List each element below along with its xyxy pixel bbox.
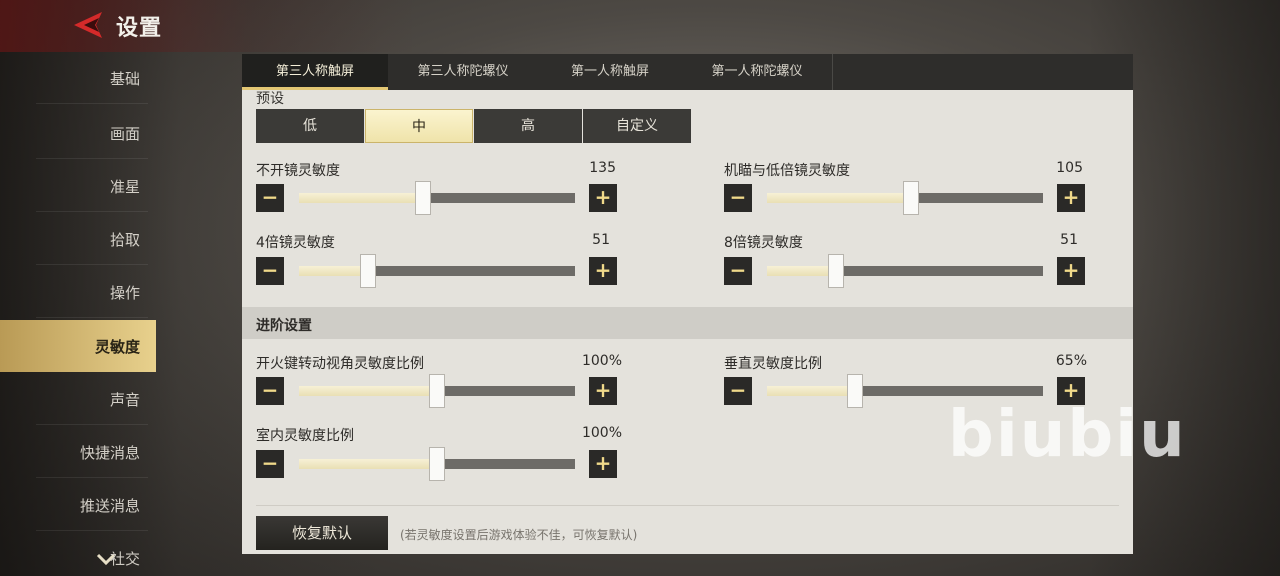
sidebar-item-label: 灵敏度 <box>94 337 140 356</box>
slider-thumb[interactable] <box>415 181 431 215</box>
section-title: 进阶设置 <box>256 318 312 334</box>
slider-thumb[interactable] <box>903 181 919 215</box>
decrease-button[interactable]: − <box>256 450 284 478</box>
sidebar-item-basic[interactable]: 基础 <box>0 52 156 104</box>
sidebar: 基础 画面 准星 拾取 操作 灵敏度 声音 快捷消息 推送消息 <box>0 52 156 576</box>
settings-panel: 第三人称触屏 第三人称陀螺仪 第一人称触屏 第一人称陀螺仪 预设 低 中 高 自… <box>242 54 1133 554</box>
slider-thumb[interactable] <box>360 254 376 288</box>
slider-thumb[interactable] <box>429 447 445 481</box>
slider-track[interactable] <box>299 181 575 215</box>
slider-track[interactable] <box>767 254 1043 288</box>
sidebar-item-label: 推送消息 <box>79 496 140 515</box>
sidebar-item-label: 准星 <box>109 177 140 196</box>
slider-label: 垂直灵敏度比例 <box>724 356 822 372</box>
slider-fill <box>767 266 836 276</box>
slider-fill <box>299 193 423 203</box>
slider-value: 105 <box>1056 160 1083 176</box>
slider-value: 100% <box>581 353 622 369</box>
watermark: biubiu <box>948 398 1187 472</box>
tab-tpp-gyro[interactable]: 第三人称陀螺仪 <box>390 54 536 90</box>
header-bar: 设置 <box>0 0 420 52</box>
slider-fill <box>299 459 437 469</box>
reset-hint: (若灵敏度设置后游戏体验不佳，可恢复默认) <box>400 528 638 542</box>
slider-value: 100% <box>581 425 622 441</box>
slider-label: 室内灵敏度比例 <box>256 428 354 444</box>
slider-thumb[interactable] <box>828 254 844 288</box>
tab-fpp-touch[interactable]: 第一人称触屏 <box>537 54 683 90</box>
slider-thumb[interactable] <box>847 374 863 408</box>
preset-medium-button[interactable]: 中 <box>365 109 473 143</box>
sidebar-item-label: 画面 <box>109 124 140 143</box>
sidebar-item-pickup[interactable]: 拾取 <box>0 213 156 265</box>
decrease-button[interactable]: − <box>724 377 752 405</box>
slider-value: 135 <box>589 160 616 176</box>
sidebar-item-label: 操作 <box>109 283 140 302</box>
slider-value: 51 <box>1060 232 1078 248</box>
slider-track[interactable] <box>299 374 575 408</box>
back-button[interactable] <box>72 10 108 40</box>
sidebar-item-sensitivity[interactable]: 灵敏度 <box>0 320 156 372</box>
slider-track[interactable] <box>299 447 575 481</box>
decrease-button[interactable]: − <box>256 257 284 285</box>
increase-button[interactable]: + <box>589 377 617 405</box>
preset-low-button[interactable]: 低 <box>256 109 364 143</box>
increase-button[interactable]: + <box>589 257 617 285</box>
tab-fpp-gyro[interactable]: 第一人称陀螺仪 <box>684 54 830 90</box>
tab-divider <box>832 54 833 90</box>
page-title: 设置 <box>116 16 163 41</box>
tab-tpp-touch[interactable]: 第三人称触屏 <box>242 54 388 90</box>
slider-fill <box>767 193 911 203</box>
back-arrow-icon <box>74 12 102 38</box>
sidebar-item-social[interactable]: 社交 <box>110 548 140 569</box>
sidebar-item-quick-messages[interactable]: 快捷消息 <box>0 426 156 478</box>
decrease-button[interactable]: − <box>256 184 284 212</box>
sidebar-item-audio[interactable]: 声音 <box>0 373 156 425</box>
sidebar-item-graphics[interactable]: 画面 <box>0 107 156 159</box>
slider-track[interactable] <box>299 254 575 288</box>
slider-track[interactable] <box>767 374 1043 408</box>
sidebar-item-label: 拾取 <box>109 230 140 249</box>
tab-bar: 第三人称触屏 第三人称陀螺仪 第一人称触屏 第一人称陀螺仪 <box>242 54 1133 90</box>
slider-thumb[interactable] <box>429 374 445 408</box>
slider-value: 51 <box>592 232 610 248</box>
increase-button[interactable]: + <box>589 184 617 212</box>
slider-track[interactable] <box>767 181 1043 215</box>
decrease-button[interactable]: − <box>724 257 752 285</box>
sidebar-item-controls[interactable]: 操作 <box>0 266 156 318</box>
slider-label: 8倍镜灵敏度 <box>724 235 803 251</box>
slider-label: 4倍镜灵敏度 <box>256 235 335 251</box>
footer-divider <box>256 505 1119 506</box>
decrease-button[interactable]: − <box>724 184 752 212</box>
slider-fill <box>767 386 855 396</box>
section-header <box>242 307 1133 339</box>
slider-label: 机瞄与低倍镜灵敏度 <box>724 163 850 179</box>
preset-high-button[interactable]: 高 <box>474 109 582 143</box>
preset-custom-button[interactable]: 自定义 <box>583 109 691 143</box>
sidebar-item-label: 快捷消息 <box>79 443 140 462</box>
slider-fill <box>299 266 368 276</box>
slider-label: 不开镜灵敏度 <box>256 163 340 179</box>
decrease-button[interactable]: − <box>256 377 284 405</box>
sidebar-item-label: 声音 <box>109 390 140 409</box>
sidebar-item-label: 基础 <box>109 69 140 88</box>
sidebar-item-push-messages[interactable]: 推送消息 <box>0 479 156 531</box>
increase-button[interactable]: + <box>1057 184 1085 212</box>
preset-label: 预设 <box>256 91 284 107</box>
slider-fill <box>299 386 437 396</box>
slider-label: 开火键转动视角灵敏度比例 <box>256 356 424 372</box>
slider-value: 65% <box>1055 353 1087 369</box>
sidebar-item-crosshair[interactable]: 准星 <box>0 160 156 212</box>
reset-default-button[interactable]: 恢复默认 <box>256 516 388 550</box>
increase-button[interactable]: + <box>589 450 617 478</box>
increase-button[interactable]: + <box>1057 257 1085 285</box>
